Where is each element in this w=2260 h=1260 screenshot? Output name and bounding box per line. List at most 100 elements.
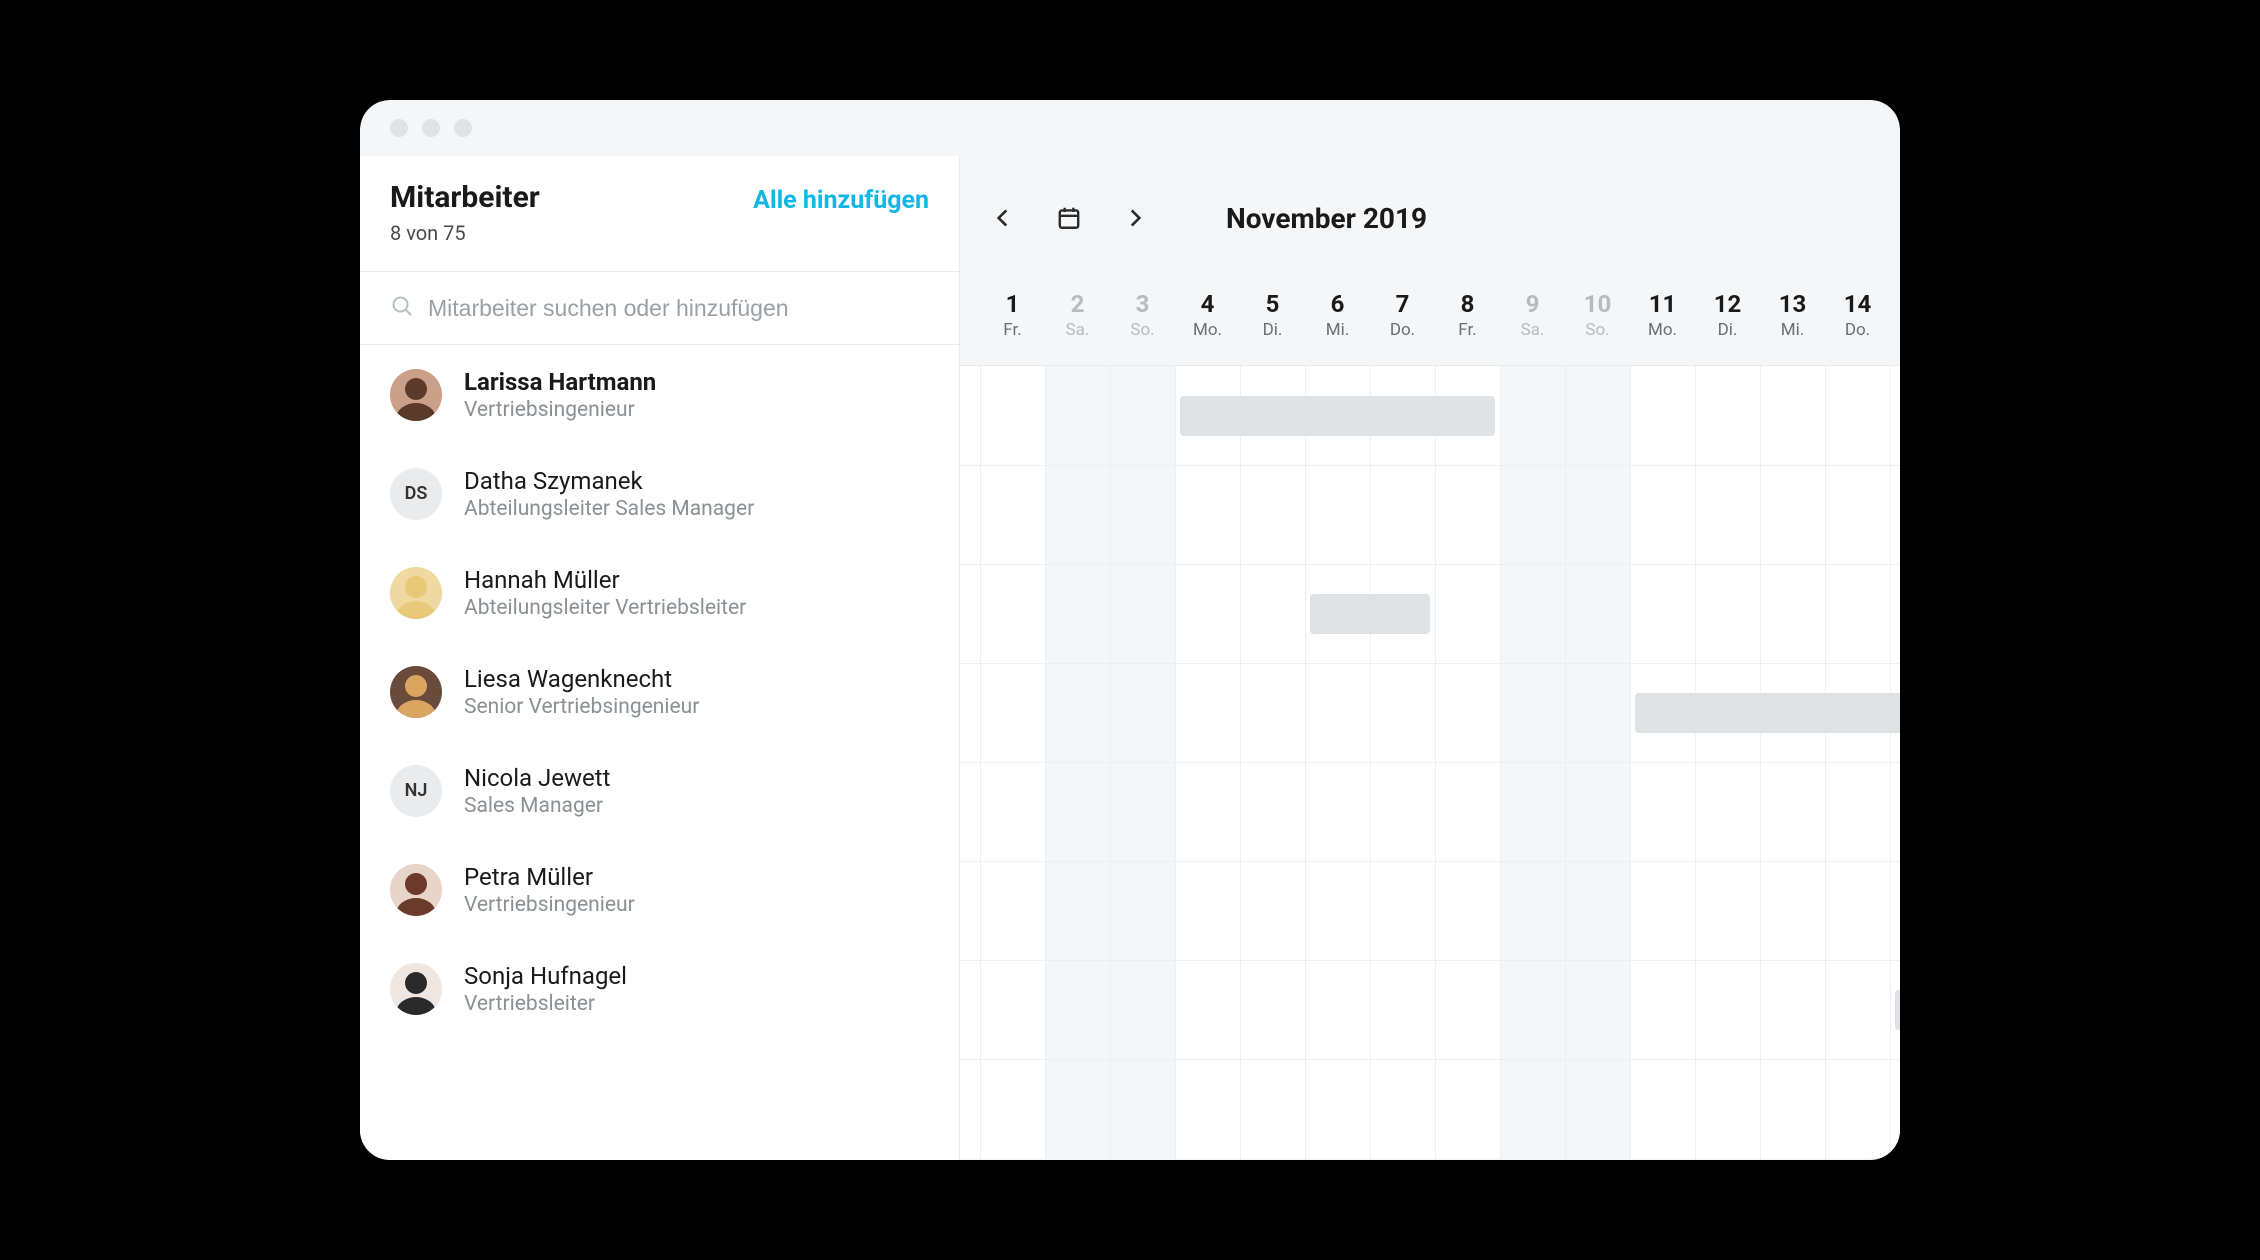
grid-cell[interactable]	[1565, 366, 1630, 465]
grid-cell[interactable]	[980, 960, 1045, 1059]
employee-row[interactable]: Petra MüllerVertriebsingenieur	[360, 840, 959, 939]
grid-cell[interactable]	[1240, 564, 1305, 663]
grid-cell[interactable]	[1045, 564, 1110, 663]
grid-cell[interactable]	[1890, 465, 1900, 564]
grid-cell[interactable]	[1695, 960, 1760, 1059]
grid-cell[interactable]	[1240, 861, 1305, 960]
grid-cell[interactable]	[1695, 465, 1760, 564]
grid-cell[interactable]	[1305, 960, 1370, 1059]
grid-cell[interactable]	[1240, 960, 1305, 1059]
grid-cell[interactable]	[1240, 1059, 1305, 1158]
grid-cell[interactable]	[1110, 465, 1175, 564]
grid-cell[interactable]	[1760, 1059, 1825, 1158]
employee-row[interactable]: DSDatha SzymanekAbteilungsleiter Sales M…	[360, 444, 959, 543]
grid-cell[interactable]	[1435, 1059, 1500, 1158]
day-header-cell[interactable]: 15Fr.	[1890, 280, 1900, 365]
grid-cell[interactable]	[1045, 1059, 1110, 1158]
employee-row[interactable]: Larissa HartmannVertriebsingenieur	[360, 345, 959, 444]
traffic-light-close[interactable]	[390, 119, 408, 137]
grid-cell[interactable]	[1240, 762, 1305, 861]
grid-cell[interactable]	[1305, 465, 1370, 564]
grid-cell[interactable]	[1045, 960, 1110, 1059]
grid-cell[interactable]	[1045, 762, 1110, 861]
grid-cell[interactable]	[980, 861, 1045, 960]
grid-cell[interactable]	[1045, 465, 1110, 564]
grid-cell[interactable]	[1630, 960, 1695, 1059]
grid-cell[interactable]	[1175, 465, 1240, 564]
employee-row[interactable]: NJNicola JewettSales Manager	[360, 741, 959, 840]
grid-cell[interactable]	[1695, 762, 1760, 861]
grid-cell[interactable]	[1630, 366, 1695, 465]
grid-cell[interactable]	[1500, 465, 1565, 564]
grid-cell[interactable]	[1630, 1059, 1695, 1158]
grid-cell[interactable]	[1370, 465, 1435, 564]
grid-cell[interactable]	[1565, 564, 1630, 663]
grid-cell[interactable]	[1110, 762, 1175, 861]
prev-month-button[interactable]	[988, 203, 1018, 233]
grid-cell[interactable]	[1240, 465, 1305, 564]
schedule-bar[interactable]	[1635, 693, 1900, 733]
grid-cell[interactable]	[1825, 564, 1890, 663]
grid-cell[interactable]	[1760, 465, 1825, 564]
grid-cell[interactable]	[1890, 564, 1900, 663]
grid-cell[interactable]	[1370, 1059, 1435, 1158]
grid-cell[interactable]	[1045, 663, 1110, 762]
grid-cell[interactable]	[1825, 861, 1890, 960]
grid-cell[interactable]	[1695, 366, 1760, 465]
grid-cell[interactable]	[1825, 465, 1890, 564]
schedule-bar[interactable]	[1180, 396, 1495, 436]
grid-cell[interactable]	[1695, 564, 1760, 663]
grid-cell[interactable]	[1500, 564, 1565, 663]
grid-cell[interactable]	[1760, 960, 1825, 1059]
calendar-icon[interactable]	[1054, 203, 1084, 233]
grid-cell[interactable]	[1630, 564, 1695, 663]
grid-cell[interactable]	[1890, 366, 1900, 465]
grid-cell[interactable]	[1435, 564, 1500, 663]
grid-cell[interactable]	[1175, 960, 1240, 1059]
grid-cell[interactable]	[1565, 861, 1630, 960]
grid-cell[interactable]	[1435, 762, 1500, 861]
employee-row[interactable]: Sonja HufnagelVertriebsleiter	[360, 939, 959, 1038]
grid-cell[interactable]	[1175, 861, 1240, 960]
day-header-cell[interactable]: 6Mi.	[1305, 280, 1370, 365]
day-header-cell[interactable]: 1Fr.	[980, 280, 1045, 365]
day-header-cell[interactable]: 4Mo.	[1175, 280, 1240, 365]
day-header-cell[interactable]: 12Di.	[1695, 280, 1760, 365]
grid-cell[interactable]	[1825, 1059, 1890, 1158]
grid-cell[interactable]	[1435, 960, 1500, 1059]
grid-cell[interactable]	[1565, 1059, 1630, 1158]
grid-cell[interactable]	[1305, 861, 1370, 960]
grid-cell[interactable]	[1500, 762, 1565, 861]
day-header-cell[interactable]: 13Mi.	[1760, 280, 1825, 365]
grid-cell[interactable]	[1890, 762, 1900, 861]
grid-cell[interactable]	[1435, 861, 1500, 960]
grid-cell[interactable]	[1305, 762, 1370, 861]
schedule-bar[interactable]	[1895, 990, 1900, 1030]
day-header-cell[interactable]: 9Sa.	[1500, 280, 1565, 365]
grid-cell[interactable]	[980, 564, 1045, 663]
grid-cell[interactable]	[1760, 366, 1825, 465]
grid-cell[interactable]	[1565, 762, 1630, 861]
grid-cell[interactable]	[980, 465, 1045, 564]
grid-cell[interactable]	[980, 663, 1045, 762]
grid-cell[interactable]	[1240, 663, 1305, 762]
day-header-cell[interactable]: 5Di.	[1240, 280, 1305, 365]
traffic-light-minimize[interactable]	[422, 119, 440, 137]
grid-cell[interactable]	[1110, 663, 1175, 762]
grid-cell[interactable]	[1370, 960, 1435, 1059]
day-header-cell[interactable]: 7Do.	[1370, 280, 1435, 365]
grid-cell[interactable]	[1825, 366, 1890, 465]
search-input[interactable]	[428, 295, 929, 322]
add-all-button[interactable]: Alle hinzufügen	[753, 186, 929, 215]
grid-cell[interactable]	[1110, 366, 1175, 465]
employee-row[interactable]: Hannah MüllerAbteilungsleiter Vertriebsl…	[360, 543, 959, 642]
grid-cell[interactable]	[1110, 1059, 1175, 1158]
grid-cell[interactable]	[1045, 366, 1110, 465]
grid-cell[interactable]	[1760, 762, 1825, 861]
schedule-bar[interactable]	[1310, 594, 1430, 634]
day-header-cell[interactable]: 2Sa.	[1045, 280, 1110, 365]
grid-cell[interactable]	[1175, 1059, 1240, 1158]
grid-cell[interactable]	[1110, 861, 1175, 960]
grid-cell[interactable]	[1565, 663, 1630, 762]
grid-cell[interactable]	[980, 1059, 1045, 1158]
